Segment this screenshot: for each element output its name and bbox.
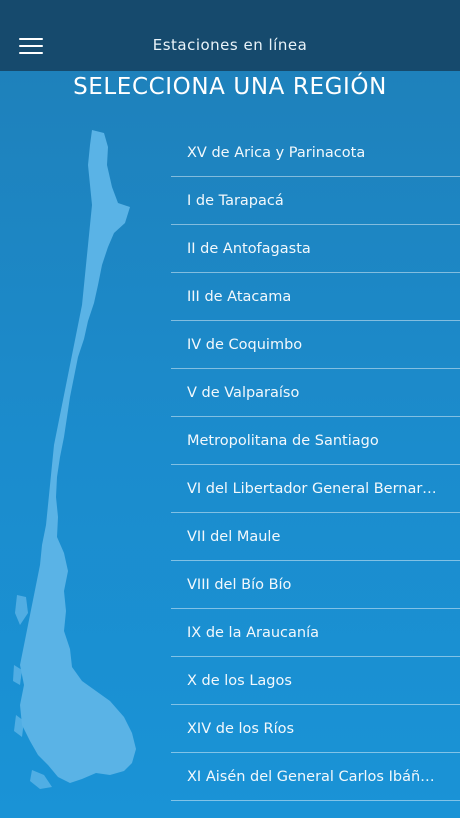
region-item-tarapaca[interactable]: I de Tarapacá [171,177,460,225]
region-item-biobio[interactable]: VIII del Bío Bío [171,561,460,609]
region-label: IX de la Araucanía [187,624,319,641]
region-item-metropolitana[interactable]: Metropolitana de Santiago [171,417,460,465]
region-item-aisen[interactable]: XI Aisén del General Carlos Ibáñez del C… [171,753,460,801]
region-label: XI Aisén del General Carlos Ibáñez del C… [187,768,437,785]
region-item-arica-parinacota[interactable]: XV de Arica y Parinacota [171,129,460,177]
page-heading: SELECCIONA UNA REGIÓN [73,74,387,100]
region-item-araucania[interactable]: IX de la Araucanía [171,609,460,657]
chile-map-illustration [13,130,136,789]
app-title: Estaciones en línea [152,36,308,54]
region-item-valparaiso[interactable]: V de Valparaíso [171,369,460,417]
region-item-maule[interactable]: VII del Maule [171,513,460,561]
region-label: VII del Maule [187,528,281,545]
region-label: X de los Lagos [187,672,292,689]
region-item-coquimbo[interactable]: IV de Coquimbo [171,321,460,369]
region-item-los-rios[interactable]: XIV de los Ríos [171,705,460,753]
region-item-los-lagos[interactable]: X de los Lagos [171,657,460,705]
region-item-ohiggins[interactable]: VI del Libertador General Bernardo O'Hig… [171,465,460,513]
top-app-bar: Estaciones en línea [0,0,460,71]
region-label: Metropolitana de Santiago [187,432,379,449]
region-label: IV de Coquimbo [187,336,303,353]
region-item-antofagasta[interactable]: II de Antofagasta [171,225,460,273]
region-label: XV de Arica y Parinacota [187,144,366,161]
region-label: I de Tarapacá [187,192,284,209]
region-label: II de Antofagasta [187,240,311,257]
region-label: XIV de los Ríos [187,720,295,737]
region-label: V de Valparaíso [187,384,300,401]
region-label: VI del Libertador General Bernardo O'Hig… [187,480,437,497]
region-label: III de Atacama [187,288,292,305]
region-list: XV de Arica y Parinacota I de Tarapacá I… [171,129,460,801]
region-item-atacama[interactable]: III de Atacama [171,273,460,321]
region-label: VIII del Bío Bío [187,576,292,593]
